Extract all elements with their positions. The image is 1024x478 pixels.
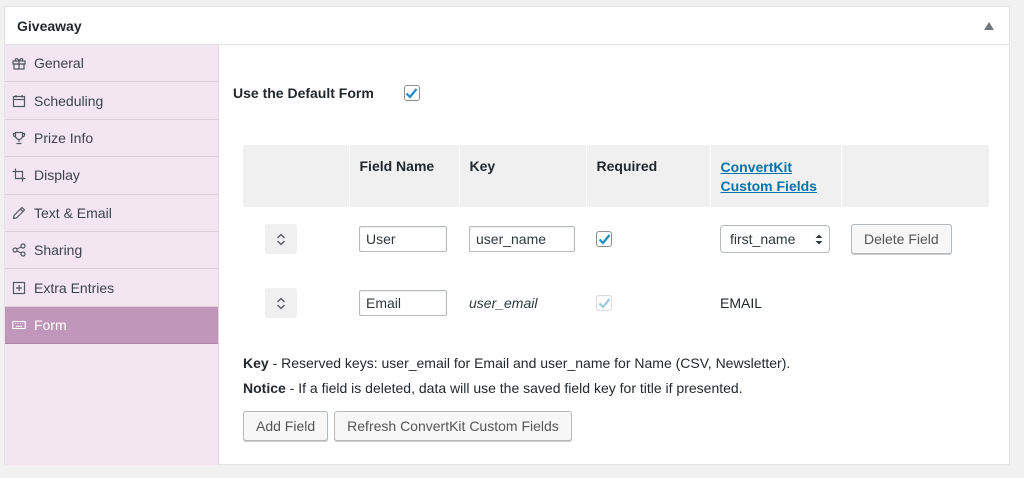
share-icon [11, 242, 27, 258]
gift-icon [11, 55, 27, 71]
form-settings-content: Use the Default Form Field Name Key Requ… [219, 45, 1009, 464]
calendar-icon [11, 93, 27, 109]
panel-title: Giveaway [17, 17, 82, 34]
panel-header: Giveaway [5, 7, 1009, 45]
select-arrows-icon [815, 234, 823, 244]
sidebar-item-label: Extra Entries [34, 279, 115, 296]
sort-arrows-icon [277, 233, 285, 245]
add-field-button[interactable]: Add Field [243, 411, 329, 441]
column-header-actions [841, 145, 989, 207]
sidebar-item-label: Form [34, 316, 67, 333]
table-row: user_email EMAIL [243, 271, 989, 335]
custom-field-static: EMAIL [720, 295, 763, 311]
column-header-field-name: Field Name [349, 145, 460, 207]
sidebar-item-display[interactable]: Display [5, 157, 218, 195]
default-form-label: Use the Default Form [233, 85, 374, 101]
sidebar-item-scheduling[interactable]: Scheduling [5, 82, 218, 120]
sort-arrows-icon [277, 297, 285, 309]
column-header-convertkit: ConvertKit Custom Fields [710, 145, 842, 207]
sidebar-item-label: Text & Email [34, 204, 112, 221]
field-key-input[interactable] [469, 226, 575, 252]
sidebar-item-form[interactable]: Form [5, 306, 218, 345]
sidebar-item-extra-entries[interactable]: Extra Entries [5, 269, 218, 307]
notice-note: Notice - If a field is deleted, data wil… [243, 380, 743, 396]
sidebar-item-general[interactable]: General [5, 45, 218, 83]
column-header-required: Required [586, 145, 711, 207]
checkmark-icon [598, 233, 610, 245]
form-fields-table: Field Name Key Required ConvertKit Custo… [243, 145, 989, 335]
delete-field-button[interactable]: Delete Field [851, 224, 952, 254]
sidebar-item-label: Prize Info [34, 129, 94, 146]
key-note: Key - Reserved keys: user_email for Emai… [243, 355, 791, 371]
default-form-checkbox[interactable] [403, 85, 420, 101]
sidebar-item-sharing[interactable]: Sharing [5, 232, 218, 270]
triangle-up-icon [984, 21, 994, 30]
sidebar-item-label: Display [34, 167, 80, 184]
trophy-icon [11, 130, 27, 146]
sidebar-item-text-email[interactable]: Text & Email [5, 195, 218, 232]
keyboard-icon [11, 317, 27, 333]
table-row: first_name Delete Field [243, 207, 989, 271]
drag-handle[interactable] [265, 224, 297, 254]
drag-handle[interactable] [265, 288, 297, 318]
refresh-convertkit-fields-button[interactable]: Refresh ConvertKit Custom Fields [334, 411, 572, 441]
giveaway-panel: Giveaway General Scheduling Prize Info D… [4, 6, 1010, 465]
default-form-row: Use the Default Form [233, 85, 420, 101]
collapse-toggle-button[interactable] [981, 18, 997, 34]
plus-square-icon [11, 280, 27, 296]
field-key-static: user_email [469, 295, 538, 311]
table-header-row: Field Name Key Required ConvertKit Custo… [243, 145, 989, 207]
column-header-key: Key [459, 145, 587, 207]
field-name-input[interactable] [359, 226, 447, 252]
crop-icon [11, 167, 27, 183]
sidebar-item-label: General [34, 55, 84, 72]
sidebar-item-label: Scheduling [34, 92, 104, 109]
form-notes: Key - Reserved keys: user_email for Emai… [243, 351, 790, 401]
column-header-drag [243, 145, 350, 207]
sidebar-item-prize-info[interactable]: Prize Info [5, 120, 218, 158]
required-checkbox[interactable] [596, 230, 612, 247]
checkmark-icon [406, 88, 418, 99]
checkmark-icon [598, 297, 610, 309]
sidebar-item-label: Sharing [34, 242, 83, 259]
settings-sidebar: General Scheduling Prize Info Display Te… [5, 45, 219, 465]
form-actions: Add Field Refresh ConvertKit Custom Fiel… [243, 411, 572, 441]
custom-field-select[interactable]: first_name [720, 225, 830, 253]
convertkit-custom-fields-link[interactable]: ConvertKit Custom Fields [721, 158, 831, 196]
required-checkbox-disabled [596, 294, 612, 311]
pencil-icon [11, 205, 27, 221]
field-name-input[interactable] [359, 290, 447, 316]
